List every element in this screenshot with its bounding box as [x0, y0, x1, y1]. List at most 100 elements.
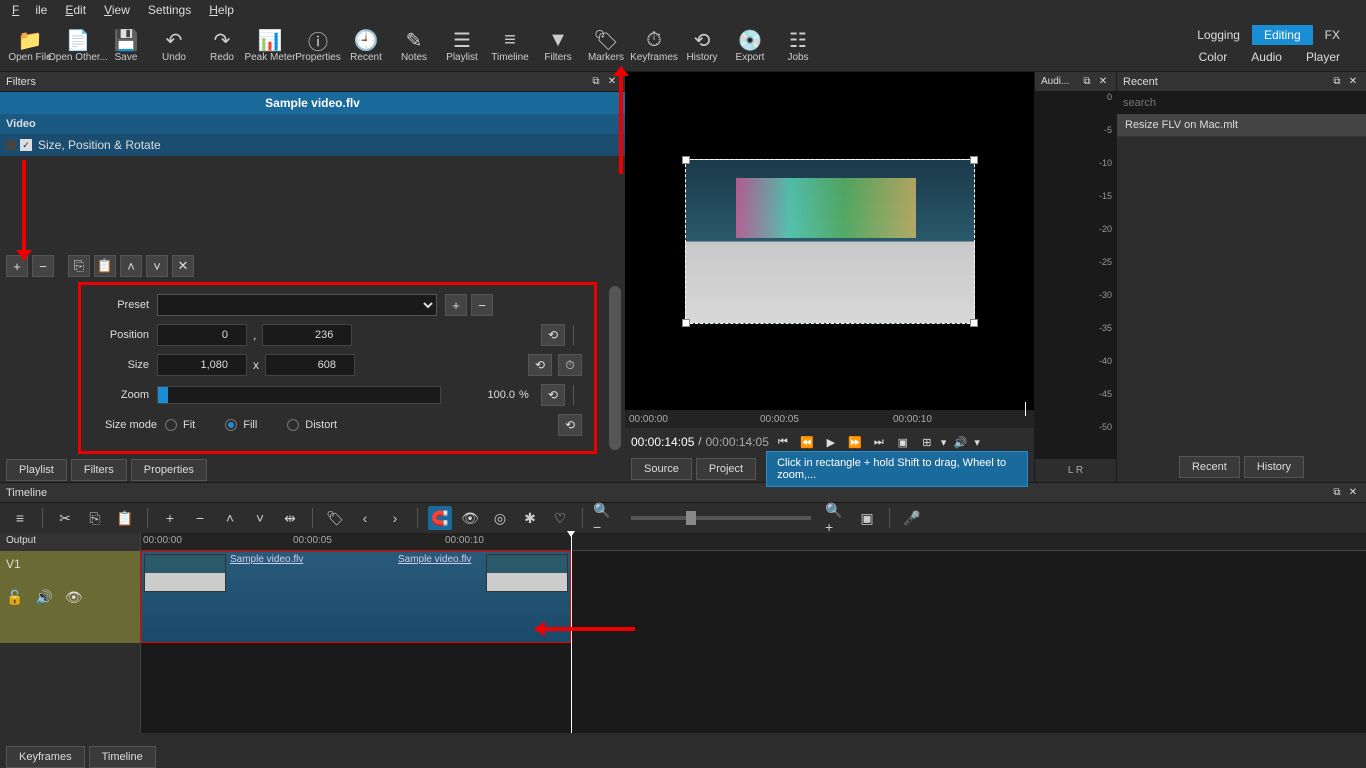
toolbar-peak-meter[interactable]: 📊Peak Meter [246, 21, 294, 71]
prev-marker-button[interactable]: ‹ [353, 506, 377, 530]
ripple-button[interactable]: ◎ [488, 506, 512, 530]
panel-close-icon[interactable]: ✕ [1346, 486, 1360, 500]
mode-audio[interactable]: Audio [1239, 47, 1294, 67]
toolbar-history[interactable]: ⟲History [678, 21, 726, 71]
cut-button[interactable]: ✂ [53, 506, 77, 530]
keyframes-tab[interactable]: Keyframes [6, 746, 85, 768]
toolbar-undo[interactable]: ↶Undo [150, 21, 198, 71]
recent-tab[interactable]: Recent [1179, 456, 1240, 478]
mode-fx[interactable]: FX [1313, 25, 1352, 45]
toolbar-filters[interactable]: ▼Filters [534, 21, 582, 71]
add-filter-button[interactable]: + [6, 255, 28, 277]
skip-prev-button[interactable]: ⏮ [773, 432, 793, 452]
panel-close-icon[interactable]: ✕ [1096, 75, 1110, 89]
preset-select[interactable] [157, 294, 437, 316]
size-width-input[interactable] [157, 354, 247, 376]
toolbar-properties[interactable]: ⓘProperties [294, 21, 342, 71]
zoom-in-button[interactable]: 🔍+ [825, 506, 849, 530]
deselect-button[interactable]: ✕ [172, 255, 194, 277]
append-button[interactable]: + [158, 506, 182, 530]
ripple-markers-button[interactable]: ♡ [548, 506, 572, 530]
mode-distort-radio[interactable] [287, 419, 299, 431]
play-button[interactable]: ▶ [821, 432, 841, 452]
toolbar-timeline[interactable]: ≡Timeline [486, 21, 534, 71]
mode-color[interactable]: Color [1187, 47, 1240, 67]
panel-popout-icon[interactable]: ⧉ [1330, 486, 1344, 500]
preview-time-ruler[interactable]: 00:00:00 00:00:05 00:00:10 [625, 410, 1034, 428]
preset-save-button[interactable]: + [445, 294, 467, 316]
preset-delete-button[interactable]: − [471, 294, 493, 316]
timeline-tracks-area[interactable]: 00:00:00 00:00:05 00:00:10 Sample video.… [140, 533, 1366, 733]
resize-handle-tr[interactable] [970, 156, 978, 164]
preview-bounding-box[interactable] [685, 159, 975, 324]
track-mute-icon[interactable]: 🔊 [35, 589, 52, 606]
next-marker-button[interactable]: › [383, 506, 407, 530]
mode-player[interactable]: Player [1294, 47, 1352, 67]
paste-filter-button[interactable]: 📋 [94, 255, 116, 277]
tab-properties[interactable]: Properties [131, 459, 207, 481]
resize-handle-br[interactable] [970, 319, 978, 327]
zoom-fit-button[interactable]: ▣ [855, 506, 879, 530]
toolbar-export[interactable]: 💿Export [726, 21, 774, 71]
move-down-button[interactable]: ˅ [146, 255, 168, 277]
skip-next-button[interactable]: ⏭ [869, 432, 889, 452]
position-y-input[interactable] [262, 324, 352, 346]
toolbar-save[interactable]: 💾Save [102, 21, 150, 71]
lift-button[interactable]: ˄ [218, 506, 242, 530]
mode-logging[interactable]: Logging [1185, 25, 1252, 45]
record-audio-button[interactable]: 🎤 [900, 506, 924, 530]
scrub-button[interactable]: 👁 [458, 506, 482, 530]
overwrite-button[interactable]: ˅ [248, 506, 272, 530]
copy-button[interactable]: ⎘ [83, 506, 107, 530]
params-scrollbar[interactable] [609, 286, 621, 450]
track-header-v1[interactable]: V1 🔓 🔊 👁 [0, 551, 140, 643]
size-reset-button[interactable]: ⟲ [528, 354, 552, 376]
mode-reset-button[interactable]: ⟲ [558, 414, 582, 436]
toolbar-open-other-[interactable]: 📄Open Other... [54, 21, 102, 71]
ripple-all-button[interactable]: ✱ [518, 506, 542, 530]
history-tab[interactable]: History [1244, 456, 1304, 478]
zoom-out-button[interactable]: 🔍− [593, 506, 617, 530]
menu-edit[interactable]: Edit [57, 1, 94, 19]
position-reset-button[interactable]: ⟲ [541, 324, 565, 346]
tab-filters[interactable]: Filters [71, 459, 127, 481]
panel-close-icon[interactable]: ✕ [605, 75, 619, 89]
marker-button[interactable]: 🏷 [323, 506, 347, 530]
split-button[interactable]: ⇹ [278, 506, 302, 530]
toolbar-redo[interactable]: ↷Redo [198, 21, 246, 71]
preview-area[interactable] [625, 72, 1034, 410]
toolbar-jobs[interactable]: ☷Jobs [774, 21, 822, 71]
size-keyframe-button[interactable]: ⏱ [558, 354, 582, 376]
menu-help[interactable]: Help [201, 1, 242, 19]
fast-forward-button[interactable]: ⏩ [845, 432, 865, 452]
track-hide-icon[interactable]: 👁 [65, 589, 83, 606]
volume-button[interactable]: 🔊 [950, 432, 970, 452]
panel-popout-icon[interactable]: ⧉ [1330, 75, 1344, 89]
timeline-clip[interactable]: Sample video.flv Sample video.flv [141, 551, 571, 643]
filter-enable-checkbox[interactable]: ✓ [20, 139, 32, 151]
source-tab[interactable]: Source [631, 458, 692, 480]
resize-handle-tl[interactable] [682, 156, 690, 164]
project-tab[interactable]: Project [696, 458, 756, 480]
menu-file[interactable]: File [4, 1, 55, 19]
recent-item[interactable]: Resize FLV on Mac.mlt [1117, 114, 1366, 137]
timeline-ruler[interactable]: 00:00:00 00:00:05 00:00:10 [141, 533, 1366, 551]
menu-view[interactable]: View [96, 1, 138, 19]
copy-filter-button[interactable]: ⎘ [68, 255, 90, 277]
toolbar-markers[interactable]: 🏷Markers [582, 21, 630, 71]
panel-close-icon[interactable]: ✕ [1346, 75, 1360, 89]
snap-button[interactable]: 🧲 [428, 506, 452, 530]
toolbar-playlist[interactable]: ☰Playlist [438, 21, 486, 71]
tab-playlist[interactable]: Playlist [6, 459, 67, 481]
panel-popout-icon[interactable]: ⧉ [589, 75, 603, 89]
filter-item-size-position-rotate[interactable]: ✓ Size, Position & Rotate [0, 134, 625, 156]
zoom-reset-button[interactable]: ⟲ [541, 384, 565, 406]
resize-handle-bl[interactable] [682, 319, 690, 327]
remove-button[interactable]: − [188, 506, 212, 530]
timeline-tab[interactable]: Timeline [89, 746, 156, 768]
paste-button[interactable]: 📋 [113, 506, 137, 530]
toolbar-notes[interactable]: ✎Notes [390, 21, 438, 71]
mode-fill-radio[interactable] [225, 419, 237, 431]
recent-search-input[interactable] [1117, 92, 1366, 114]
timeline-zoom-slider[interactable] [631, 516, 811, 520]
